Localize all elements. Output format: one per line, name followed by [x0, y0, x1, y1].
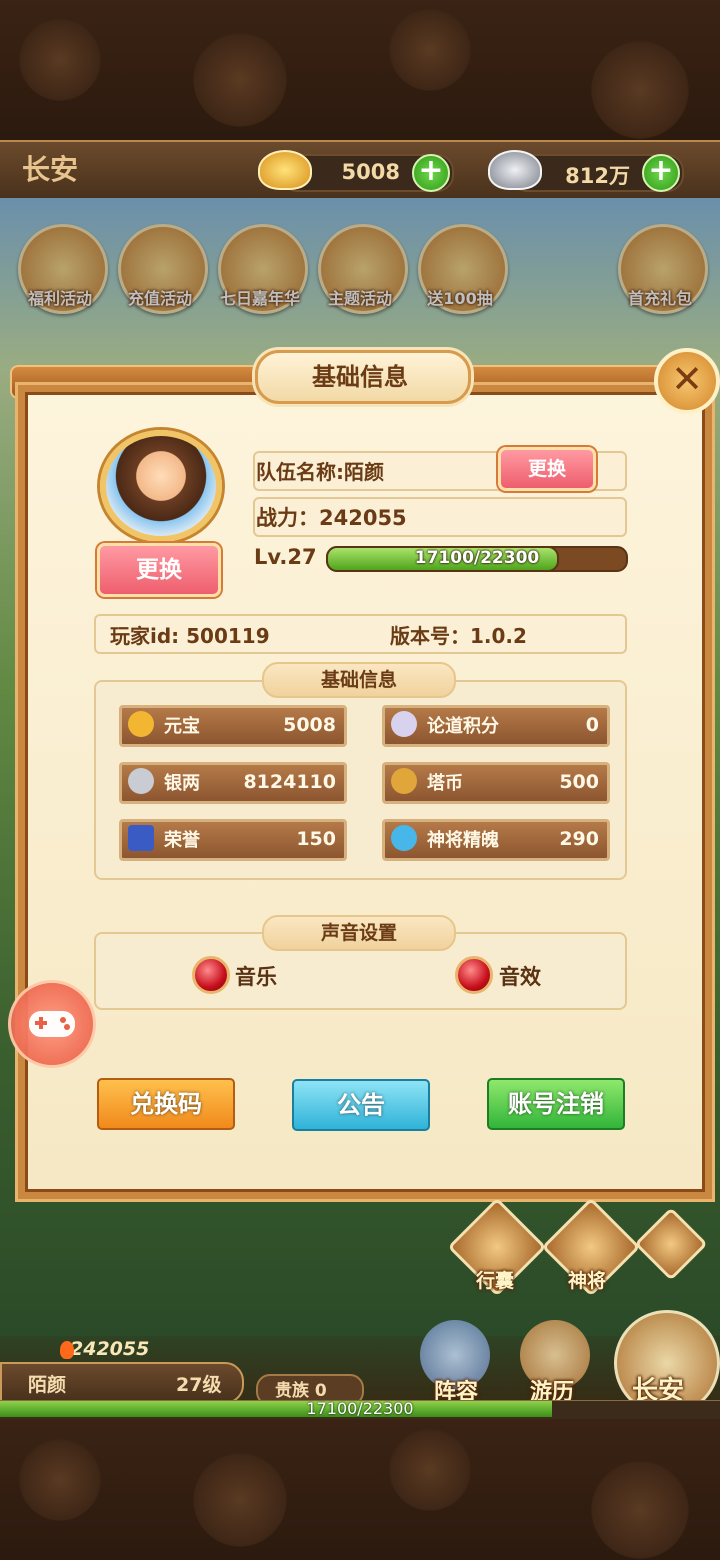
gold-ingot-icon [128, 711, 154, 737]
redeem-code-button[interactable]: 兑换码 [97, 1078, 235, 1130]
delete-account-button[interactable]: 账号注销 [487, 1078, 625, 1130]
music-label: 音乐 [235, 965, 277, 989]
gold-value: 5008 [341, 160, 400, 184]
gamepad-icon[interactable] [8, 980, 96, 1068]
honor-badge-icon [128, 825, 154, 851]
player-avatar [100, 430, 222, 542]
sfx-label: 音效 [499, 965, 541, 989]
hud-xp-text: 17100/22300 [306, 1399, 414, 1418]
currency-value: 500 [559, 771, 599, 793]
version-number: 版本号：1.0.2 [390, 624, 527, 648]
hud-player-level: 27级 [176, 1374, 222, 1396]
add-silver-button[interactable]: + [642, 154, 680, 192]
change-avatar-button[interactable]: 更换 [97, 543, 221, 597]
currency-section-title: 基础信息 [262, 662, 456, 698]
nav-bag-label: 行囊 [476, 1270, 515, 1292]
silver-ingot-icon [488, 150, 542, 190]
modal-title: 基础信息 [312, 363, 408, 391]
hud-noble: 贵族 0 [275, 1381, 327, 1401]
hud-player-name: 陌颜 [28, 1374, 67, 1396]
xp-text: 17100/22300 [414, 548, 540, 568]
power-value: 战力：242055 [256, 506, 407, 530]
player-id: 玩家id: 500119 [110, 624, 270, 648]
currency-value: 150 [296, 828, 336, 850]
music-toggle[interactable] [192, 956, 230, 994]
change-name-button[interactable]: 更换 [498, 447, 596, 491]
nav-generals-label: 神将 [568, 1270, 607, 1292]
close-button[interactable]: ✕ [654, 348, 720, 414]
gamepad-glyph [29, 1011, 75, 1037]
hud-power: 242055 [70, 1338, 150, 1360]
currency-value: 0 [585, 714, 599, 736]
soul-crystal-icon [391, 825, 417, 851]
tower-coin-icon [391, 768, 417, 794]
currency-name: 塔币 [427, 773, 463, 794]
bottom-ornament [0, 1420, 720, 1560]
sfx-toggle[interactable] [455, 956, 493, 994]
currency-name: 银两 [164, 773, 200, 794]
team-name: 队伍名称:陌颜 [256, 460, 384, 484]
top-ornament [0, 0, 720, 140]
silver-value: 812万 [565, 164, 630, 188]
sound-section-title: 声音设置 [262, 915, 456, 951]
currency-value: 5008 [283, 714, 336, 736]
gold-ingot-icon [258, 150, 312, 190]
currency-name: 神将精魄 [427, 830, 499, 851]
scroll-icon [391, 711, 417, 737]
add-gold-button[interactable]: + [412, 154, 450, 192]
silver-ingot-icon [128, 768, 154, 794]
currency-name: 论道积分 [427, 716, 499, 737]
player-level: Lv.27 [254, 545, 317, 569]
currency-value: 8124110 [243, 771, 336, 793]
currency-value: 290 [559, 828, 599, 850]
currency-name: 元宝 [164, 716, 200, 737]
flame-icon [60, 1341, 74, 1359]
notice-button[interactable]: 公告 [292, 1079, 430, 1131]
city-name: 长安 [22, 153, 79, 186]
currency-name: 荣誉 [164, 830, 200, 851]
